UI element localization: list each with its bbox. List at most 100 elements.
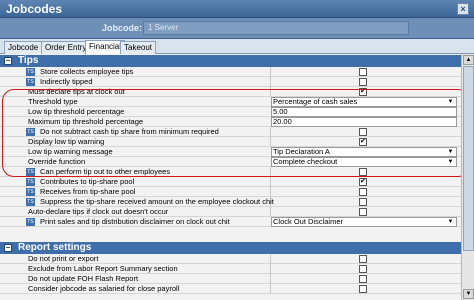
setting-row: TS Can perform tip out to other employees bbox=[0, 167, 461, 177]
value-box[interactable] bbox=[271, 117, 457, 127]
setting-label: Do not update FOH Flash Report bbox=[28, 274, 139, 283]
setting-input[interactable]: 5.00 bbox=[273, 107, 288, 117]
setting-input[interactable]: 20.00 bbox=[273, 117, 292, 127]
tip-setting-icon: TS bbox=[26, 68, 35, 76]
tip-setting-icon: TS bbox=[26, 218, 35, 226]
tab-financial[interactable]: Financial bbox=[85, 40, 126, 54]
tip-setting-icon: TS bbox=[26, 128, 35, 136]
setting-checkbox[interactable] bbox=[359, 208, 367, 216]
jobcode-label: Jobcode: bbox=[102, 23, 143, 33]
column-divider bbox=[270, 127, 271, 137]
column-divider bbox=[270, 167, 271, 177]
setting-select[interactable]: Percentage of cash sales bbox=[273, 97, 357, 107]
close-icon[interactable]: × bbox=[457, 3, 469, 15]
setting-checkbox[interactable] bbox=[359, 265, 367, 273]
setting-label: Consider jobcode as salaried for close p… bbox=[28, 284, 180, 293]
section-title-report-settings: Report settings bbox=[18, 242, 92, 253]
column-divider bbox=[270, 284, 271, 294]
setting-select[interactable]: Complete checkout bbox=[273, 157, 337, 167]
section-title-tips: Tips bbox=[18, 55, 39, 66]
setting-label: Contributes to tip-share pool bbox=[40, 177, 135, 186]
tab-bar: Jobcode Order Entry Financial Takeout bbox=[0, 39, 474, 54]
setting-checkbox[interactable] bbox=[359, 275, 367, 283]
scroll-down-icon[interactable]: ▼ bbox=[463, 289, 474, 299]
setting-select[interactable]: Tip Declaration A bbox=[273, 147, 330, 157]
chevron-down-icon[interactable]: ▼ bbox=[446, 218, 455, 226]
column-divider bbox=[270, 137, 271, 147]
column-divider bbox=[270, 177, 271, 187]
setting-row: Auto-declare tips if clock out doesn't o… bbox=[0, 207, 461, 217]
tab-jobcode[interactable]: Jobcode bbox=[4, 41, 43, 54]
chevron-down-icon[interactable]: ▼ bbox=[446, 148, 455, 156]
column-divider bbox=[270, 254, 271, 264]
setting-label: Do not print or export bbox=[28, 254, 99, 263]
setting-checkbox[interactable] bbox=[359, 285, 367, 293]
chevron-down-icon[interactable]: ▼ bbox=[446, 158, 455, 166]
setting-label: Print sales and tip distribution disclai… bbox=[40, 217, 230, 226]
setting-row: Low tip warning message Tip Declaration A… bbox=[0, 147, 461, 157]
setting-checkbox[interactable]: ✔ bbox=[359, 138, 367, 146]
setting-checkbox[interactable]: ✔ bbox=[359, 178, 367, 186]
setting-row: Must declare tips at clock out ✔ bbox=[0, 87, 461, 97]
setting-row: TS Receives from tip-share pool bbox=[0, 187, 461, 197]
setting-label: Override function bbox=[28, 157, 86, 166]
setting-row: TS Print sales and tip distribution discl… bbox=[0, 217, 461, 227]
chevron-down-icon[interactable]: ▼ bbox=[446, 98, 455, 106]
section-header-report-settings[interactable]: − Report settings bbox=[0, 242, 461, 254]
setting-row: Consider jobcode as salaried for close p… bbox=[0, 284, 461, 294]
setting-label: Maximum tip threshold percentage bbox=[28, 117, 144, 126]
setting-checkbox[interactable] bbox=[359, 255, 367, 263]
setting-row: Threshold type Percentage of cash sales ▼ bbox=[0, 97, 461, 107]
setting-select[interactable]: Clock Out Disclaimer bbox=[273, 217, 343, 227]
setting-label: Threshold type bbox=[28, 97, 78, 106]
setting-row: Override function Complete checkout ▼ bbox=[0, 157, 461, 167]
setting-label: Low tip warning message bbox=[28, 147, 113, 156]
tip-setting-icon: TS bbox=[26, 178, 35, 186]
setting-row: Do not update FOH Flash Report bbox=[0, 274, 461, 284]
setting-row: Low tip threshold percentage 5.00 bbox=[0, 107, 461, 117]
scroll-up-icon[interactable]: ▲ bbox=[463, 55, 474, 65]
jobcode-selector-row: Jobcode: 1 Server bbox=[0, 18, 474, 39]
setting-row: Maximum tip threshold percentage 20.00 bbox=[0, 117, 461, 127]
setting-label: Auto-declare tips if clock out doesn't o… bbox=[28, 207, 169, 216]
setting-label: Receives from tip-share pool bbox=[40, 187, 136, 196]
vertical-scrollbar[interactable]: ▲ ▼ bbox=[461, 54, 474, 300]
setting-label: Can perform tip out to other employees bbox=[40, 167, 171, 176]
setting-checkbox[interactable] bbox=[359, 168, 367, 176]
setting-label: Do not subtract cash tip share from mini… bbox=[40, 127, 219, 136]
setting-checkbox[interactable] bbox=[359, 198, 367, 206]
setting-checkbox[interactable]: ✔ bbox=[359, 88, 367, 96]
column-divider bbox=[270, 187, 271, 197]
setting-checkbox[interactable] bbox=[359, 78, 367, 86]
setting-row: Exclude from Labor Report Summary sectio… bbox=[0, 264, 461, 274]
tab-takeout[interactable]: Takeout bbox=[120, 41, 157, 54]
column-divider bbox=[270, 264, 271, 274]
column-divider bbox=[270, 207, 271, 217]
scrollbar-thumb[interactable] bbox=[463, 66, 474, 251]
setting-checkbox[interactable] bbox=[359, 128, 367, 136]
setting-row: TS Suppress the tip-share received amount… bbox=[0, 197, 461, 207]
setting-row: TS Do not subtract cash tip share from mi… bbox=[0, 127, 461, 137]
tab-order-entry[interactable]: Order Entry bbox=[41, 41, 91, 54]
title-bar: Jobcodes × bbox=[0, 0, 474, 18]
tip-setting-icon: TS bbox=[26, 78, 35, 86]
column-divider bbox=[270, 77, 271, 87]
value-box[interactable] bbox=[271, 107, 457, 117]
column-divider bbox=[270, 274, 271, 284]
setting-checkbox[interactable] bbox=[359, 188, 367, 196]
setting-row: Do not print or export bbox=[0, 254, 461, 264]
setting-row: TS Indirectly tipped bbox=[0, 77, 461, 87]
jobcode-select[interactable]: 1 Server bbox=[143, 21, 409, 35]
section-header-tips[interactable]: − Tips bbox=[0, 55, 461, 67]
setting-row: Display low tip warning ✔ bbox=[0, 137, 461, 147]
setting-label: Store collects employee tips bbox=[40, 67, 134, 76]
tip-setting-icon: TS bbox=[26, 168, 35, 176]
setting-label: Indirectly tipped bbox=[40, 77, 93, 86]
collapse-icon[interactable]: − bbox=[4, 244, 12, 252]
collapse-icon[interactable]: − bbox=[4, 57, 12, 65]
setting-label: Low tip threshold percentage bbox=[28, 107, 125, 116]
setting-checkbox[interactable] bbox=[359, 68, 367, 76]
column-divider bbox=[270, 87, 271, 97]
tip-setting-icon: TS bbox=[26, 198, 35, 206]
setting-label: Must declare tips at clock out bbox=[28, 87, 125, 96]
